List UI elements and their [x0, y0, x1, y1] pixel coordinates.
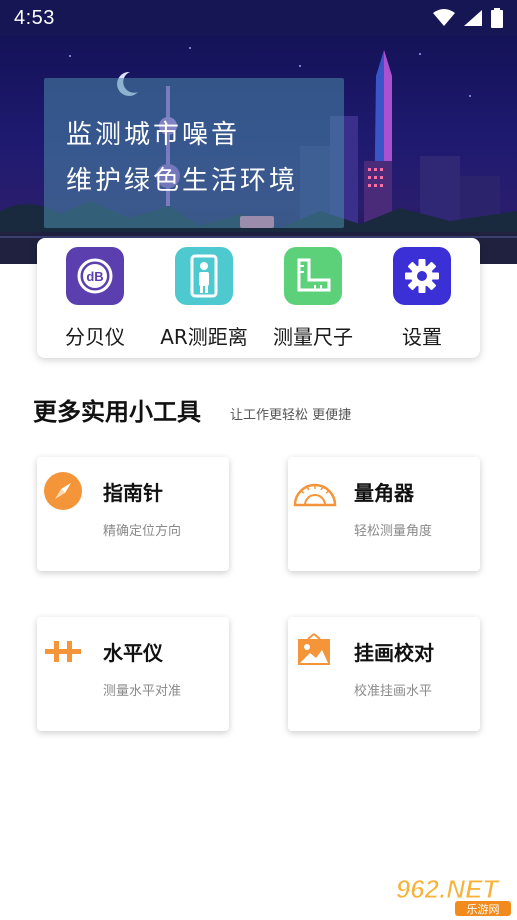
section-title: 更多实用小工具 [33, 398, 201, 426]
status-icons [433, 8, 503, 28]
status-time: 4:53 [14, 6, 55, 29]
tool-card-level[interactable]: 水平仪 测量水平对准 [37, 617, 229, 731]
watermark-logo: 962.NET 乐游网 [377, 872, 515, 918]
quick-tool-settings[interactable]: 设置 [370, 238, 474, 358]
tool-title: 量角器 [354, 481, 414, 505]
protractor-icon [293, 483, 337, 507]
status-bar: 4:53 [0, 0, 517, 36]
section-subtitle: 让工作更轻松 更便捷 [230, 408, 352, 423]
tool-title: 水平仪 [103, 641, 163, 665]
tool-description: 精确定位方向 [103, 524, 182, 539]
quick-tools-card: dB 分贝仪 AR测距离 测量尺子 设置 [37, 238, 480, 358]
tool-card-compass[interactable]: 指南针 精确定位方向 [37, 457, 229, 571]
tool-description: 测量水平对准 [103, 684, 182, 699]
svg-text:dB: dB [86, 269, 103, 284]
level-icon [45, 641, 81, 662]
decibel-icon: dB [66, 247, 124, 305]
quick-tool-ar-distance[interactable]: AR测距离 [152, 238, 256, 358]
svg-text:962.NET: 962.NET [396, 874, 501, 904]
banner: 监测城市噪音 维护绿色生活环境 [0, 36, 517, 264]
quick-tool-label: 设置 [402, 325, 442, 349]
tool-description: 轻松测量角度 [354, 524, 433, 539]
tool-card-picture-calibration[interactable]: 挂画校对 校准挂画水平 [288, 617, 480, 731]
svg-text:乐游网: 乐游网 [467, 903, 500, 916]
quick-tool-ruler[interactable]: 测量尺子 [261, 238, 365, 358]
quick-tool-decibel-meter[interactable]: dB 分贝仪 [43, 238, 147, 358]
tool-card-protractor[interactable]: 量角器 轻松测量角度 [288, 457, 480, 571]
banner-headline: 监测城市噪音 [66, 120, 241, 150]
ruler-icon [284, 247, 342, 305]
tool-title: 指南针 [103, 481, 163, 505]
battery-icon [491, 8, 503, 28]
tool-title: 挂画校对 [354, 641, 434, 665]
wifi-icon [433, 9, 455, 26]
ar-person-icon [175, 247, 233, 305]
quick-tool-label: AR测距离 [160, 325, 248, 349]
quick-tool-label: 分贝仪 [65, 325, 125, 349]
picture-frame-icon [298, 633, 330, 665]
tool-description: 校准挂画水平 [354, 684, 433, 699]
banner-text-panel [44, 78, 344, 228]
gear-icon [393, 247, 451, 305]
banner-subheadline: 维护绿色生活环境 [66, 166, 299, 196]
quick-tool-label: 测量尺子 [273, 325, 353, 349]
signal-icon [464, 10, 482, 26]
compass-icon [44, 472, 82, 510]
